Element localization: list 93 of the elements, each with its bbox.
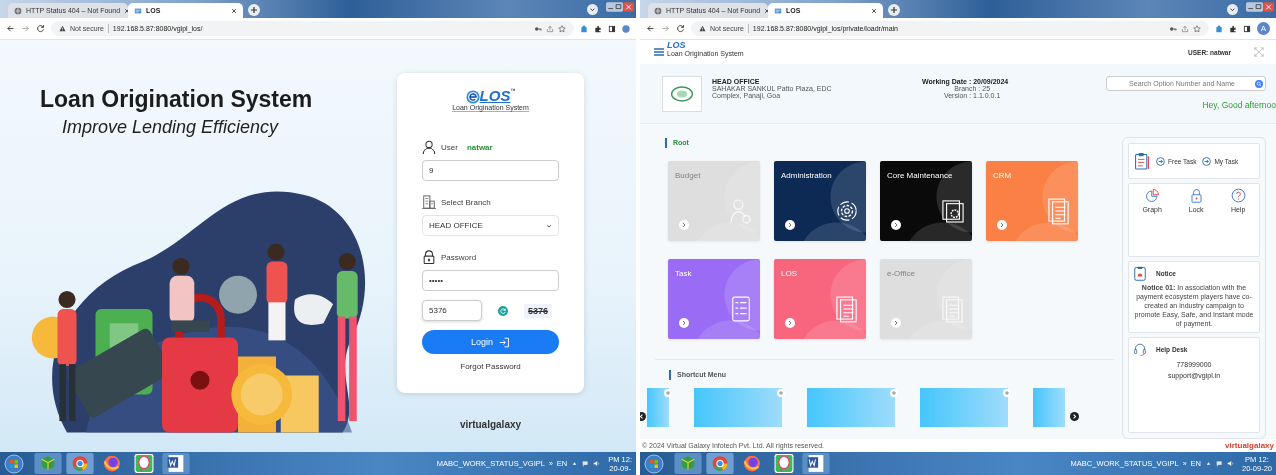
password-field[interactable]: ••••• [422, 270, 559, 291]
profile-avatar-icon[interactable] [622, 24, 630, 33]
module-tile[interactable]: Administration [774, 161, 866, 241]
extension-icon[interactable] [1215, 24, 1223, 33]
forgot-password-link[interactable]: Forgot Password [422, 362, 559, 371]
warning-icon [59, 25, 66, 32]
headset-icon [1134, 342, 1146, 357]
tab-search-icon[interactable] [1227, 4, 1238, 15]
hero-title: Loan Origination System [40, 86, 314, 113]
padlock-icon [1188, 188, 1204, 203]
checklist-icon [730, 295, 752, 323]
greeting-text: Hey, Good afternoo [1202, 100, 1276, 110]
reload-icon[interactable] [36, 24, 45, 33]
captcha-field[interactable]: 5376 [422, 300, 482, 321]
star-icon[interactable] [558, 24, 566, 33]
star-icon[interactable] [1193, 24, 1201, 33]
forward-icon[interactable] [661, 24, 670, 33]
add-icon[interactable] [1003, 388, 1011, 397]
clipboard-icon [1134, 152, 1150, 170]
new-tab-icon[interactable] [248, 4, 260, 16]
puzzle-icon[interactable] [1229, 24, 1237, 33]
document-app-icon[interactable] [162, 453, 190, 474]
module-tile[interactable]: Task [668, 259, 760, 339]
captcha-image: 5376 [524, 303, 553, 318]
help-icon [1230, 188, 1246, 203]
previous-arrow-icon[interactable] [640, 411, 646, 421]
add-icon[interactable] [890, 388, 898, 397]
document-icon [942, 295, 964, 323]
start-button-icon[interactable] [644, 453, 664, 474]
brand-logo: virtualgalaxy [459, 419, 522, 430]
branch-select[interactable]: HEAD OFFICE [422, 215, 559, 236]
back-icon[interactable] [6, 24, 15, 33]
logo-text: LOS [667, 40, 687, 50]
page-icon [134, 6, 142, 15]
arrow-circle-icon [1156, 156, 1165, 166]
profile-avatar[interactable]: A [1257, 22, 1270, 35]
refresh-icon[interactable] [498, 305, 508, 316]
menu-icon[interactable] [654, 48, 664, 56]
caret-icon [546, 222, 552, 229]
office-emblem-icon [662, 75, 702, 112]
user-label: User [441, 142, 458, 152]
window-controls-icon[interactable] [1246, 2, 1274, 12]
warning-icon [699, 25, 706, 32]
reload-icon[interactable] [676, 24, 685, 33]
key-icon[interactable] [534, 24, 542, 33]
extension-icon[interactable] [580, 24, 588, 33]
puzzle-icon[interactable] [594, 24, 602, 33]
document-icon [836, 295, 858, 323]
document-app-icon[interactable] [802, 453, 830, 474]
branch-label: Select Branch [441, 197, 491, 207]
user-icon [422, 140, 436, 154]
padlock-icon [422, 250, 436, 264]
speaker-icon[interactable] [593, 460, 601, 467]
next-arrow-icon[interactable] [1070, 411, 1079, 421]
chevron-button-icon[interactable] [891, 220, 901, 230]
window-gear-icon [942, 197, 964, 225]
arrow-circle-icon [1202, 156, 1212, 166]
start-button-icon[interactable] [4, 453, 24, 474]
add-icon[interactable] [777, 388, 785, 397]
globe-icon [654, 6, 662, 15]
back-icon[interactable] [646, 24, 655, 33]
window-controls-icon[interactable] [606, 2, 634, 12]
speaker-icon[interactable] [1226, 460, 1234, 467]
brand-logo: virtualgalaxy [1225, 441, 1274, 450]
tray-expand-icon[interactable] [1204, 460, 1212, 467]
user-gear-icon [730, 197, 752, 225]
close-icon[interactable] [871, 7, 877, 14]
tab-search-icon[interactable] [587, 4, 598, 15]
e-logo-icon [465, 90, 480, 104]
user-name: natwar [466, 142, 493, 152]
logo-text: LOS [479, 87, 511, 104]
user-id-field[interactable]: 9 [422, 160, 559, 181]
close-icon[interactable] [231, 7, 237, 14]
document-icon [1048, 197, 1070, 225]
clipboard-bell-icon [1134, 266, 1146, 281]
building-icon [422, 195, 436, 209]
forward-icon[interactable] [21, 24, 30, 33]
login-button[interactable]: Login [422, 330, 559, 354]
pie-chart-icon [1144, 188, 1160, 203]
chevron-button-icon[interactable] [785, 220, 795, 230]
search-icon[interactable] [1255, 79, 1263, 88]
add-icon[interactable] [664, 388, 672, 397]
hero-subtitle: Improve Lending Efficiency [62, 117, 280, 138]
side-panel-icon[interactable] [608, 24, 616, 33]
key-icon[interactable] [1169, 24, 1177, 33]
page-icon [774, 6, 782, 15]
module-tile[interactable]: Core Maintenance [880, 161, 972, 241]
password-label: Password [441, 252, 477, 262]
globe-icon [14, 6, 22, 15]
new-tab-icon[interactable] [888, 4, 900, 16]
sign-in-icon [499, 336, 510, 348]
tray-expand-icon[interactable] [571, 460, 579, 467]
side-panel-icon[interactable] [1243, 24, 1251, 33]
